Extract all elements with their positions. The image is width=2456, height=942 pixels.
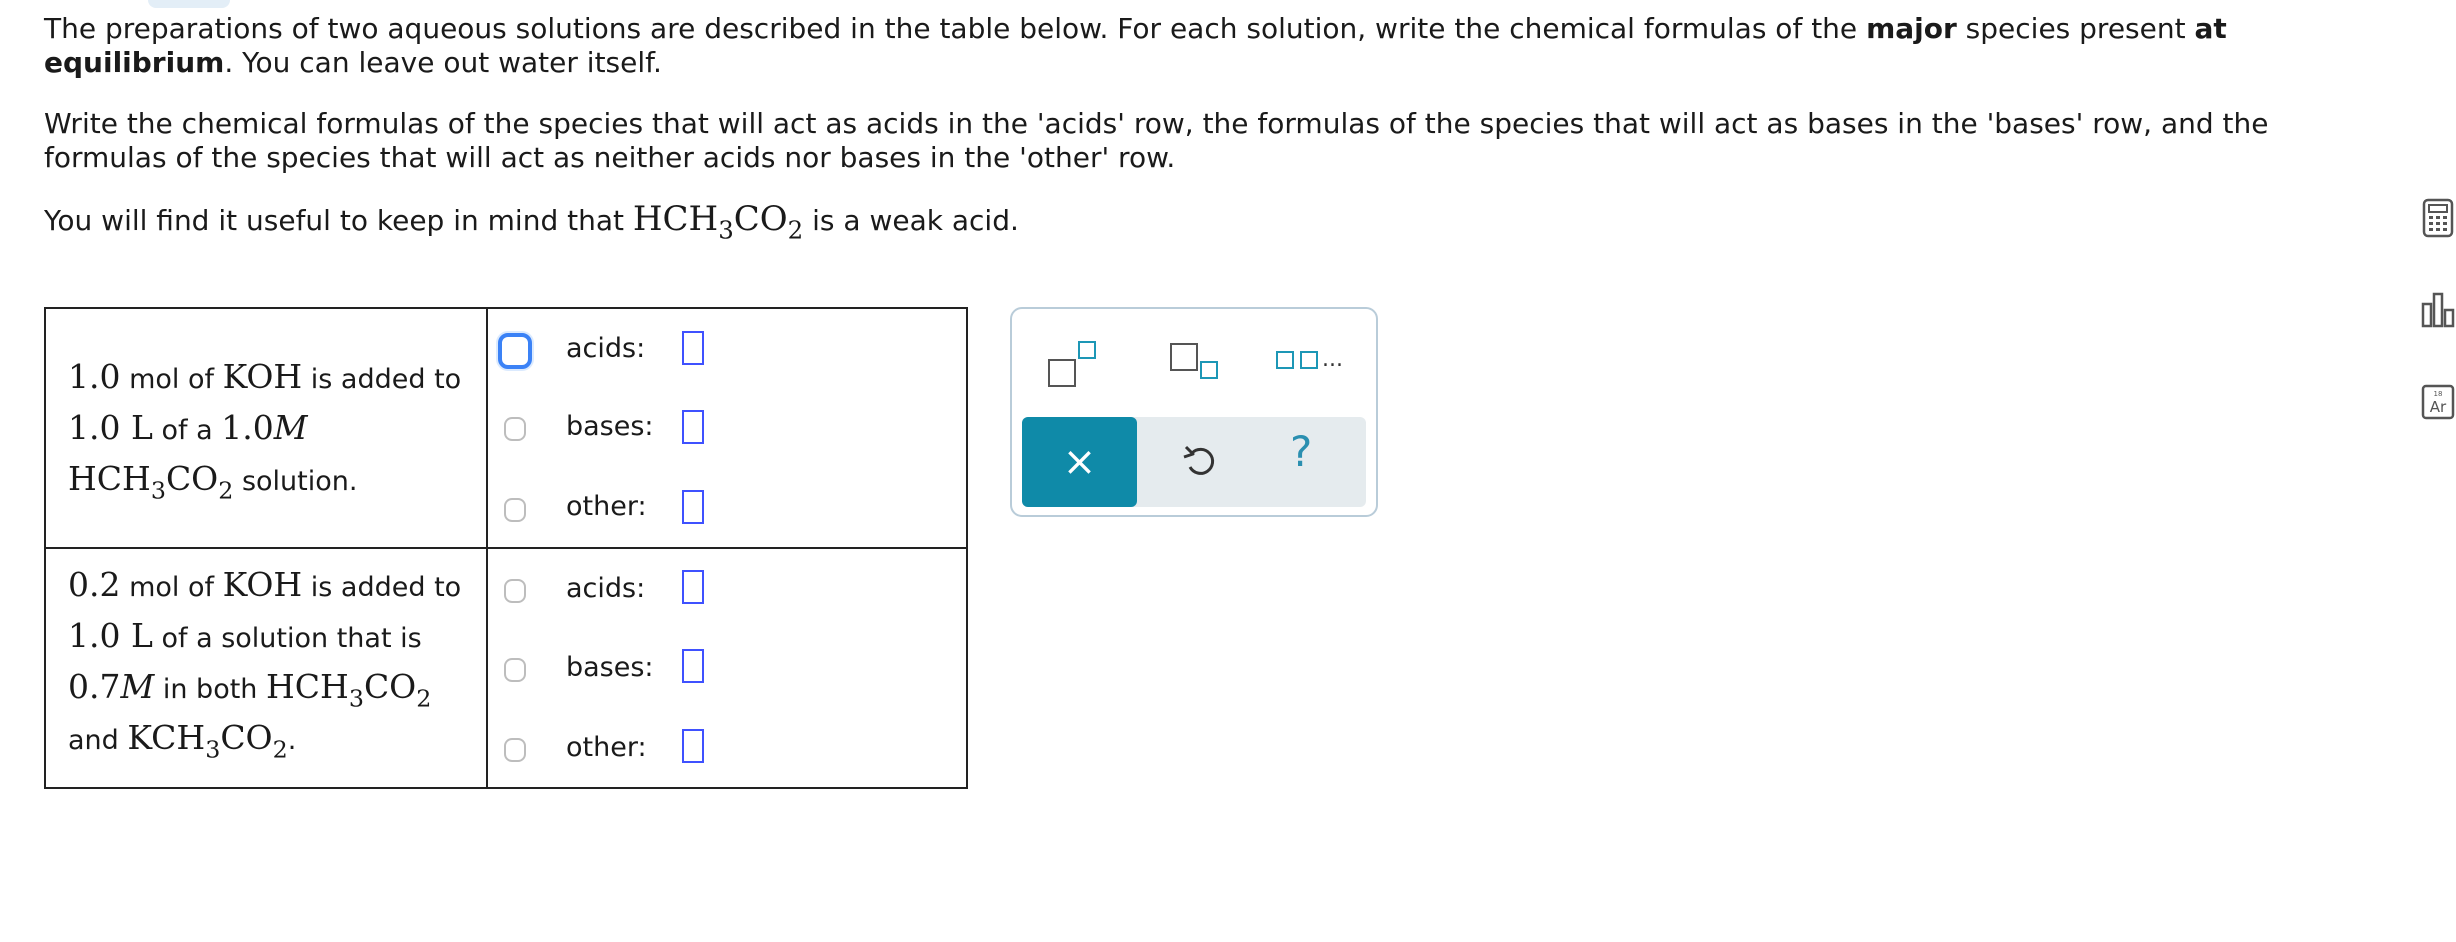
solution-2-other-row (504, 730, 526, 770)
solution-2-acids-checkbox[interactable] (504, 579, 526, 603)
list-template-icon[interactable]: ... (1276, 347, 1356, 387)
solution-1-bases-row (504, 409, 526, 449)
periodic-table-icon[interactable]: 18 Ar (2420, 380, 2456, 424)
solution-2-description: 0.2 mol of KOH is added to 1.0 L of a so… (68, 565, 462, 764)
solution-2-acids-row (504, 571, 526, 611)
solution-1-acids-row (498, 331, 532, 371)
weak-acid-formula: HCH3CO2 (632, 199, 804, 245)
solution-1-other-row (504, 490, 526, 530)
solution-2-bases-checkbox[interactable] (504, 658, 526, 682)
solution-1-bases-checkbox[interactable] (504, 417, 526, 441)
subscript-box-icon[interactable] (1170, 339, 1230, 393)
solution-2-bases-input[interactable] (682, 649, 704, 683)
instructions-paragraph-2: Write the chemical formulas of the speci… (44, 107, 2269, 174)
bar-chart-icon[interactable] (2420, 286, 2456, 330)
solution-2-bases-row (504, 650, 526, 690)
solution-2-bases-label: bases: (566, 652, 654, 683)
top-tab-indicator (148, 0, 230, 8)
clear-button[interactable]: × (1022, 417, 1137, 507)
superscript-box-icon[interactable] (1048, 339, 1108, 393)
table-row-divider (46, 547, 966, 549)
svg-text:Ar: Ar (2430, 398, 2447, 416)
solution-2-other-input[interactable] (682, 729, 704, 763)
solution-1-description: 1.0 mol of KOH is added to 1.0 L of a 1.… (68, 357, 462, 505)
undo-icon[interactable] (1178, 439, 1222, 483)
solution-1-bases-label: bases: (566, 411, 654, 442)
solution-1-other-checkbox[interactable] (504, 498, 526, 522)
table-column-divider (486, 309, 488, 787)
instructions-paragraph-1: The preparations of two aqueous solution… (44, 12, 2227, 79)
svg-text:18: 18 (2434, 390, 2443, 398)
solution-1-bases-input[interactable] (682, 410, 704, 444)
solution-2-other-checkbox[interactable] (504, 738, 526, 762)
solution-2-acids-input[interactable] (682, 570, 704, 604)
species-table: 1.0 mol of KOH is added to 1.0 L of a 1.… (44, 307, 968, 789)
help-button[interactable]: ? (1290, 427, 1312, 476)
solution-2-other-label: other: (566, 732, 647, 763)
instructions-paragraph-3: You will find it useful to keep in mind … (44, 199, 1019, 245)
solution-1-acids-label: acids: (566, 333, 646, 364)
formula-palette: ... × ? (1010, 307, 1378, 517)
solution-1-acids-input[interactable] (682, 331, 704, 365)
close-icon: × (1062, 439, 1097, 485)
solution-1-acids-checkbox[interactable] (498, 333, 532, 369)
solution-2-acids-label: acids: (566, 573, 646, 604)
solution-1-other-input[interactable] (682, 490, 704, 524)
calculator-icon[interactable] (2420, 196, 2456, 240)
solution-1-other-label: other: (566, 491, 647, 522)
palette-action-bar: × ? (1022, 417, 1366, 507)
